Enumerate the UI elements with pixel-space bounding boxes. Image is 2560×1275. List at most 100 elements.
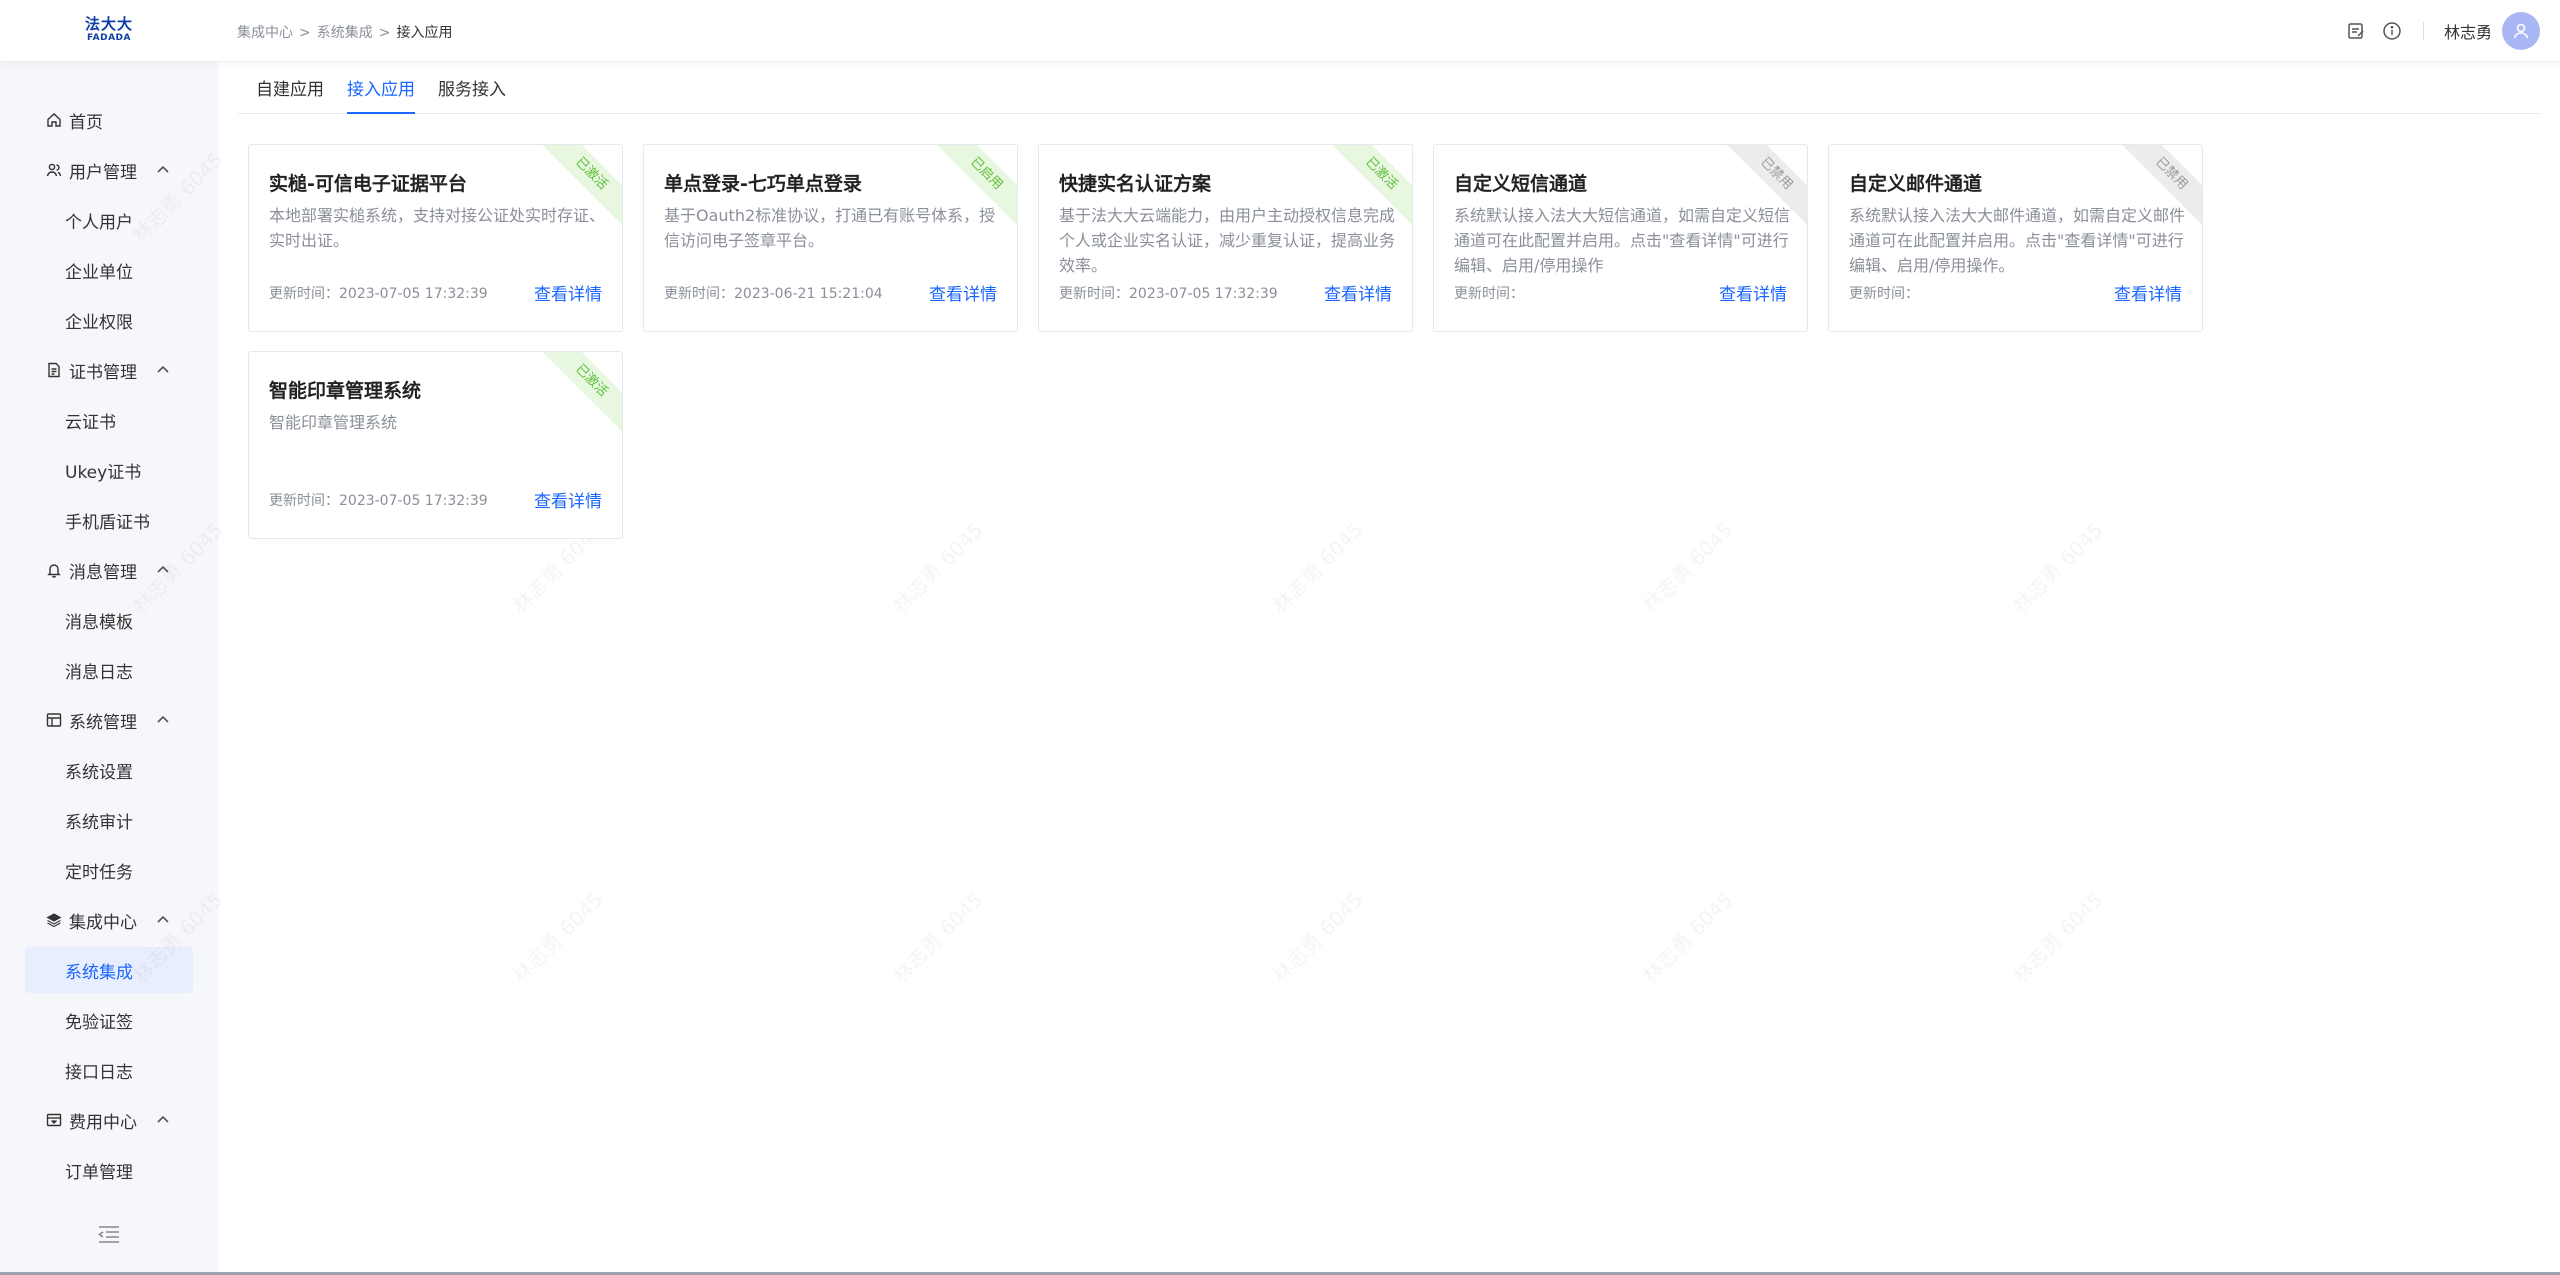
breadcrumb: 集成中心 > 系统集成 > 接入应用 xyxy=(237,22,452,42)
sidebar-item-label: 订单管理 xyxy=(65,1162,133,1183)
card-description: 基于Oauth2标准协议，打通已有账号体系，授信访问电子签章平台。 xyxy=(664,206,996,250)
avatar[interactable] xyxy=(2502,12,2540,50)
sidebar-item-message-templates[interactable]: 消息模板 xyxy=(25,597,193,643)
bell-icon xyxy=(45,561,63,579)
user-avatar-icon xyxy=(2513,23,2529,39)
card-update-time: 更新时间：2023-06-21 15:21:04 xyxy=(664,286,883,302)
info-icon[interactable] xyxy=(2381,20,2403,42)
breadcrumb-item[interactable]: 系统集成 xyxy=(317,25,373,41)
app-card[interactable]: 已激活 实槌-可信电子证据平台 本地部署实槌系统，支持对接公证处实时存证、实时出… xyxy=(248,144,623,332)
app-card[interactable]: 已禁用 自定义短信通道 系统默认接入法大大短信通道，如需自定义短信通道可在此配置… xyxy=(1433,144,1808,332)
sidebar-item-ukey-certificate[interactable]: Ukey证书 xyxy=(25,447,193,493)
card-update-time: 更新时间：2023-07-05 17:32:39 xyxy=(269,493,488,509)
app-card[interactable]: 已激活 智能印章管理系统 智能印章管理系统 更新时间：2023-07-05 17… xyxy=(248,351,623,539)
sidebar-item-label: 系统设置 xyxy=(65,762,133,783)
header-divider xyxy=(2422,22,2424,40)
sidebar-item-message-management[interactable]: 消息管理 xyxy=(25,547,193,593)
sidebar-item-cloud-certificate[interactable]: 云证书 xyxy=(25,397,193,443)
card-description: 系统默认接入法大大邮件通道，如需自定义邮件通道可在此配置并启用。点击"查看详情"… xyxy=(1849,206,2186,275)
view-details-link[interactable]: 查看详情 xyxy=(534,487,602,512)
breadcrumb-item[interactable]: 集成中心 xyxy=(237,25,293,41)
breadcrumb-separator: > xyxy=(378,25,391,41)
notes-icon[interactable] xyxy=(2345,20,2367,42)
card-title: 快捷实名认证方案 xyxy=(1059,173,1212,195)
card-update-time: 更新时间：2023-07-05 17:32:39 xyxy=(1059,286,1278,302)
sidebar-item-system-management[interactable]: 系统管理 xyxy=(25,697,193,743)
sidebar-item-billing-center[interactable]: 费用中心 xyxy=(25,1097,193,1143)
sidebar-item-message-logs[interactable]: 消息日志 xyxy=(25,647,193,693)
sidebar-item-label: 企业权限 xyxy=(65,312,133,333)
sidebar-item-label: 费用中心 xyxy=(69,1112,137,1133)
sidebar-item-label: 首页 xyxy=(69,112,103,133)
sidebar-item-label: 免验证签 xyxy=(65,1012,133,1033)
watermark: 林志勇 6045 xyxy=(885,885,988,988)
user-name[interactable]: 林志勇 xyxy=(2444,19,2492,43)
sidebar-item-system-audit[interactable]: 系统审计 xyxy=(25,797,193,843)
card-description: 系统默认接入法大大短信通道，如需自定义短信通道可在此配置并启用。点击"查看详情"… xyxy=(1454,206,1791,275)
card-update-time: 更新时间：2023-07-05 17:32:39 xyxy=(269,286,488,302)
sidebar-item-label: Ukey证书 xyxy=(65,462,142,483)
menu-fold-icon xyxy=(98,1226,119,1243)
card-title: 实槌-可信电子证据平台 xyxy=(269,173,467,195)
sidebar-item-label: 云证书 xyxy=(65,412,116,433)
tab-integrated-apps[interactable]: 接入应用 xyxy=(347,75,415,114)
sidebar-item-api-logs[interactable]: 接口日志 xyxy=(25,1047,193,1093)
chevron-up-icon xyxy=(157,565,169,573)
chevron-up-icon xyxy=(157,365,169,373)
sidebar-item-label: 集成中心 xyxy=(69,912,137,933)
sidebar-item-verification-free-signing[interactable]: 免验证签 xyxy=(25,997,193,1043)
layers-icon xyxy=(45,911,63,929)
sidebar-item-label: 系统管理 xyxy=(69,712,137,733)
view-details-link[interactable]: 查看详情 xyxy=(2114,280,2182,305)
watermark: 林志勇 6045 xyxy=(2005,515,2108,618)
sidebar-item-mobile-shield-certificate[interactable]: 手机盾证书 xyxy=(25,497,193,543)
sidebar-item-label: 消息模板 xyxy=(65,612,133,633)
sidebar-item-order-management[interactable]: 订单管理 xyxy=(25,1147,193,1193)
sidebar-item-label: 证书管理 xyxy=(69,362,137,383)
sidebar-item-label: 定时任务 xyxy=(65,862,133,883)
view-details-link[interactable]: 查看详情 xyxy=(534,280,602,305)
sidebar-item-personal-users[interactable]: 个人用户 xyxy=(25,197,193,243)
sidebar-item-scheduled-tasks[interactable]: 定时任务 xyxy=(25,847,193,893)
system-icon xyxy=(45,711,63,729)
sidebar-item-label: 系统审计 xyxy=(65,812,133,833)
chevron-up-icon xyxy=(157,915,169,923)
card-description: 智能印章管理系统 xyxy=(269,413,398,432)
top-header: 法大大 FADADA 集成中心 > 系统集成 > 接入应用 林志勇 xyxy=(0,0,2560,62)
certificate-icon xyxy=(45,361,63,379)
sidebar-item-label: 企业单位 xyxy=(65,262,133,283)
billing-icon xyxy=(45,1111,63,1129)
watermark: 林志勇 6045 xyxy=(885,515,988,618)
app-card[interactable]: 已激活 快捷实名认证方案 基于法大大云端能力，由用户主动授权信息完成个人或企业实… xyxy=(1038,144,1413,332)
app-card[interactable]: 已启用 单点登录-七巧单点登录 基于Oauth2标准协议，打通已有账号体系，授信… xyxy=(643,144,1018,332)
sidebar-item-label: 系统集成 xyxy=(65,962,133,983)
sidebar-item-system-settings[interactable]: 系统设置 xyxy=(25,747,193,793)
view-details-link[interactable]: 查看详情 xyxy=(1719,280,1787,305)
brand-logo[interactable]: 法大大 FADADA xyxy=(84,16,134,46)
sidebar-item-user-management[interactable]: 用户管理 xyxy=(25,147,193,193)
header-actions: 林志勇 xyxy=(2331,12,2540,50)
card-title: 智能印章管理系统 xyxy=(269,380,422,402)
sidebar-item-system-integration[interactable]: 系统集成 xyxy=(25,947,193,993)
tab-self-built-apps[interactable]: 自建应用 xyxy=(256,75,324,114)
app-root: 法大大 FADADA 集成中心 > 系统集成 > 接入应用 林志勇 首页 用户管… xyxy=(0,0,2560,1275)
sidebar-item-enterprise[interactable]: 企业单位 xyxy=(25,247,193,293)
view-details-link[interactable]: 查看详情 xyxy=(929,280,997,305)
card-update-time: 更新时间： xyxy=(1849,286,1919,302)
tab-service-access[interactable]: 服务接入 xyxy=(438,75,506,114)
breadcrumb-current: 接入应用 xyxy=(396,25,453,41)
app-card[interactable]: 已禁用 自定义邮件通道 系统默认接入法大大邮件通道，如需自定义邮件通道可在此配置… xyxy=(1828,144,2203,332)
sidebar-item-certificate-management[interactable]: 证书管理 xyxy=(25,347,193,393)
sidebar-item-label: 接口日志 xyxy=(65,1062,133,1083)
sidebar-item-home[interactable]: 首页 xyxy=(25,97,193,143)
collapse-sidebar-button[interactable] xyxy=(96,1222,122,1248)
sidebar-item-enterprise-permissions[interactable]: 企业权限 xyxy=(25,297,193,343)
logo-cn: 法大大 xyxy=(84,15,133,33)
watermark: 林志勇 6045 xyxy=(1265,515,1368,618)
sidebar-item-integration-center[interactable]: 集成中心 xyxy=(25,897,193,943)
view-details-link[interactable]: 查看详情 xyxy=(1324,280,1392,305)
logo-en: FADADA xyxy=(87,33,131,43)
sidebar-item-label: 个人用户 xyxy=(65,212,133,233)
watermark: 林志勇 6045 xyxy=(1265,885,1368,988)
main-content: 自建应用 接入应用 服务接入 林志勇 6045 林志勇 6045 林志勇 604… xyxy=(128,62,2560,1275)
